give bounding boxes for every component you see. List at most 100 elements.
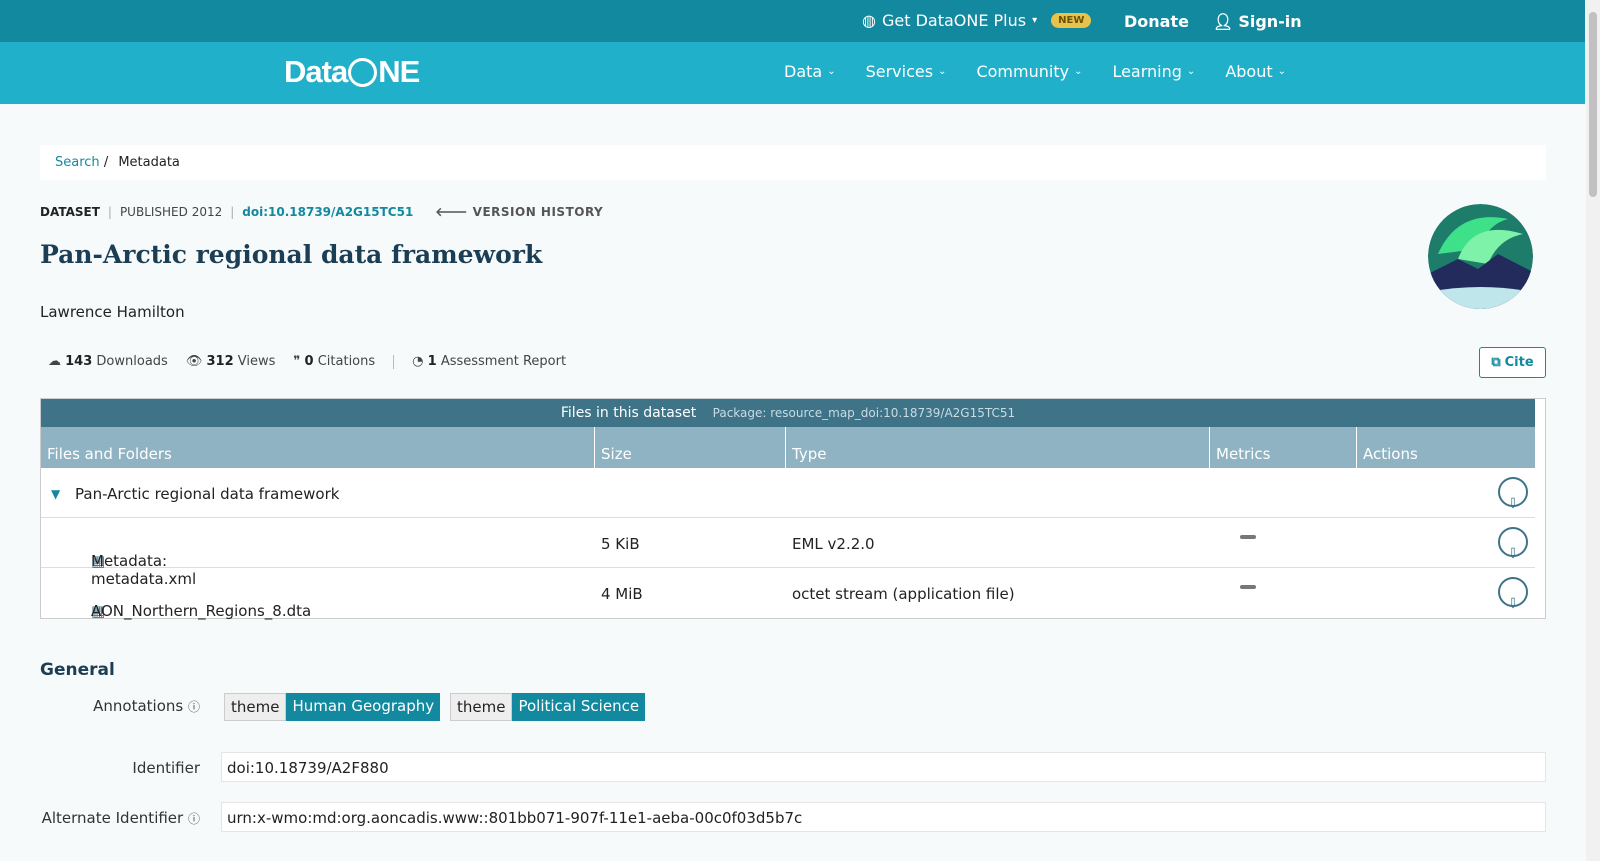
- nav-label: Community: [976, 62, 1070, 81]
- views-count: 312: [206, 354, 234, 369]
- dataset-metrics: ☁ 143 Downloads 👁︎ 312 Views ❞ 0 Citatio…: [48, 354, 566, 369]
- info-icon[interactable]: ⓘ: [188, 700, 200, 714]
- dataone-logo[interactable]: Data NE: [284, 54, 420, 90]
- nav-label: Data: [784, 62, 823, 81]
- nav-label: Learning: [1112, 62, 1182, 81]
- logo-suffix: NE: [378, 54, 420, 89]
- file-name: AON_Northern_Regions_8.dta: [91, 602, 312, 620]
- quote-icon: ❞: [293, 354, 301, 369]
- downloads-label: Downloads: [96, 354, 168, 369]
- chevron-down-icon: ⌄: [1186, 66, 1196, 77]
- breadcrumb-separator: /: [103, 155, 109, 170]
- version-history-label: VERSION HISTORY: [472, 205, 604, 219]
- user-icon: 👤︎: [1213, 12, 1234, 31]
- column-type[interactable]: Type: [786, 427, 1210, 468]
- get-dataone-plus-label: Get DataONE Plus: [881, 11, 1027, 30]
- nav-item-learning[interactable]: Learning ⌄: [1112, 62, 1195, 81]
- nav-item-about[interactable]: About ⌄: [1225, 62, 1286, 81]
- cloud-download-icon: ☁: [48, 354, 61, 369]
- file-size: 4 MiB: [601, 585, 643, 603]
- alternate-identifier-label: Alternate Identifier ⓘ: [20, 809, 200, 827]
- logo-prefix: Data: [284, 54, 348, 89]
- file-row[interactable]: ▦ Metadata: metadata.xml 5 KiB EML v2.2.0…: [41, 518, 1535, 588]
- annotation-tag[interactable]: theme Human Geography: [224, 693, 441, 721]
- downloads-count: 143: [65, 354, 93, 369]
- sign-in-link[interactable]: 👤︎ Sign-in: [1213, 12, 1302, 31]
- dataset-kind: DATASET: [40, 204, 100, 219]
- folder-name: Pan-Arctic regional data framework: [75, 485, 340, 503]
- folder-row[interactable]: ▼ Pan-Arctic regional data framework ⇩: [41, 468, 1535, 518]
- downloads-pill: ☁ 143: [1240, 585, 1269, 615]
- cloud-download-icon: ⇩: [1507, 596, 1519, 612]
- breadcrumb: Search / Metadata: [40, 145, 1546, 180]
- download-file-button[interactable]: ⇩: [1498, 577, 1528, 612]
- file-row[interactable]: ▦ AON_Northern_Regions_8.dta 4 MiB octet …: [41, 568, 1535, 620]
- file-metric: 27: [1248, 552, 1262, 565]
- nav-item-services[interactable]: Services ⌄: [866, 62, 947, 81]
- annotation-tag[interactable]: theme Political Science: [450, 693, 646, 721]
- donate-link[interactable]: Donate: [1124, 12, 1189, 31]
- breadcrumb-current: Metadata: [118, 155, 180, 170]
- nav-item-data[interactable]: Data ⌄: [784, 62, 836, 81]
- identifier-label: Identifier: [132, 759, 200, 777]
- meta-separator: |: [107, 204, 112, 219]
- globe-icon: ◍: [862, 11, 876, 30]
- nav-item-community[interactable]: Community ⌄: [976, 62, 1082, 81]
- dataset-doi[interactable]: doi:10.18739/A2G15TC51: [242, 205, 413, 219]
- cloud-download-icon: ⇩: [1507, 546, 1519, 562]
- identifier-field[interactable]: doi:10.18739/A2F880: [221, 752, 1546, 782]
- cite-button[interactable]: ⧉ Cite: [1479, 347, 1546, 378]
- annotation-key: theme: [224, 693, 287, 721]
- assessment-metric[interactable]: ◔ 1 Assessment Report: [412, 354, 566, 369]
- scrollbar-thumb[interactable]: [1589, 12, 1597, 197]
- views-label: Views: [237, 354, 276, 369]
- logo-globe-icon: [348, 57, 378, 87]
- meta-separator: |: [230, 204, 235, 219]
- dataset-title: Pan-Arctic regional data framework: [40, 240, 543, 269]
- caret-down-icon[interactable]: ▼: [51, 487, 60, 501]
- download-file-button[interactable]: ⇩: [1498, 527, 1528, 562]
- nav-label: Services: [865, 62, 934, 81]
- main-nav: Data NE Data ⌄ Services ⌄ Community ⌄ Learn…: [0, 42, 1585, 104]
- downloads-metric[interactable]: ☁ 143 Downloads: [48, 354, 168, 369]
- annotations-label-text: Annotations: [93, 697, 184, 715]
- citations-metric[interactable]: ❞ 0 Citations: [293, 354, 375, 369]
- download-folder-button[interactable]: ⇩: [1498, 477, 1528, 512]
- files-heading: Files in this dataset: [560, 405, 697, 421]
- copy-icon: ⧉: [1491, 355, 1501, 370]
- published-year: PUBLISHED 2012: [119, 204, 223, 219]
- annotation-value: Human Geography: [286, 693, 441, 721]
- file-size: 5 KiB: [601, 535, 640, 553]
- views-pill: 👁︎ 27: [1240, 535, 1262, 565]
- column-metrics[interactable]: Metrics: [1210, 427, 1357, 468]
- annotations-label: Annotations ⓘ: [60, 697, 200, 715]
- views-metric[interactable]: 👁︎ 312 Views: [186, 354, 276, 369]
- portal-logo[interactable]: [1428, 204, 1533, 309]
- file-type: EML v2.2.0: [792, 535, 875, 553]
- column-files-and-folders[interactable]: Files and Folders: [41, 427, 595, 468]
- alternate-identifier-field[interactable]: urn:x-wmo:md:org.aoncadis.www::801bb071-…: [221, 802, 1546, 832]
- top-bar: ◍ Get DataONE Plus ▾ NEW Donate 👤︎ Sign-…: [0, 0, 1585, 42]
- column-size[interactable]: Size: [595, 427, 786, 468]
- alternate-identifier-label-text: Alternate Identifier: [41, 809, 184, 827]
- breadcrumb-search-link[interactable]: Search: [55, 155, 100, 170]
- version-history-link[interactable]: 🡐 VERSION HISTORY: [435, 204, 603, 219]
- nav-items: Data ⌄ Services ⌄ Community ⌄ Learning ⌄ Abo…: [784, 62, 1286, 81]
- info-icon[interactable]: ⓘ: [188, 812, 200, 826]
- eye-icon: 👁︎: [185, 354, 203, 369]
- general-heading: General: [40, 660, 115, 680]
- cloud-download-icon: ⇩: [1507, 496, 1519, 512]
- assessment-label: Assessment Report: [440, 354, 567, 369]
- metrics-divider: [393, 354, 395, 369]
- dataset-author[interactable]: Lawrence Hamilton: [40, 303, 185, 321]
- chevron-down-icon: ⌄: [938, 66, 947, 77]
- nav-label: About: [1225, 62, 1273, 81]
- new-badge: NEW: [1051, 13, 1092, 28]
- annotation-key: theme: [450, 693, 513, 721]
- files-columns: Files and Folders Size Type Metrics Acti…: [41, 427, 1535, 468]
- chevron-down-icon: ⌄: [827, 66, 836, 77]
- column-actions[interactable]: Actions: [1357, 427, 1535, 468]
- chevron-down-icon: ▾: [1032, 15, 1038, 26]
- sign-in-label: Sign-in: [1238, 12, 1302, 31]
- get-dataone-plus-menu[interactable]: ◍ Get DataONE Plus ▾ NEW: [862, 11, 1092, 30]
